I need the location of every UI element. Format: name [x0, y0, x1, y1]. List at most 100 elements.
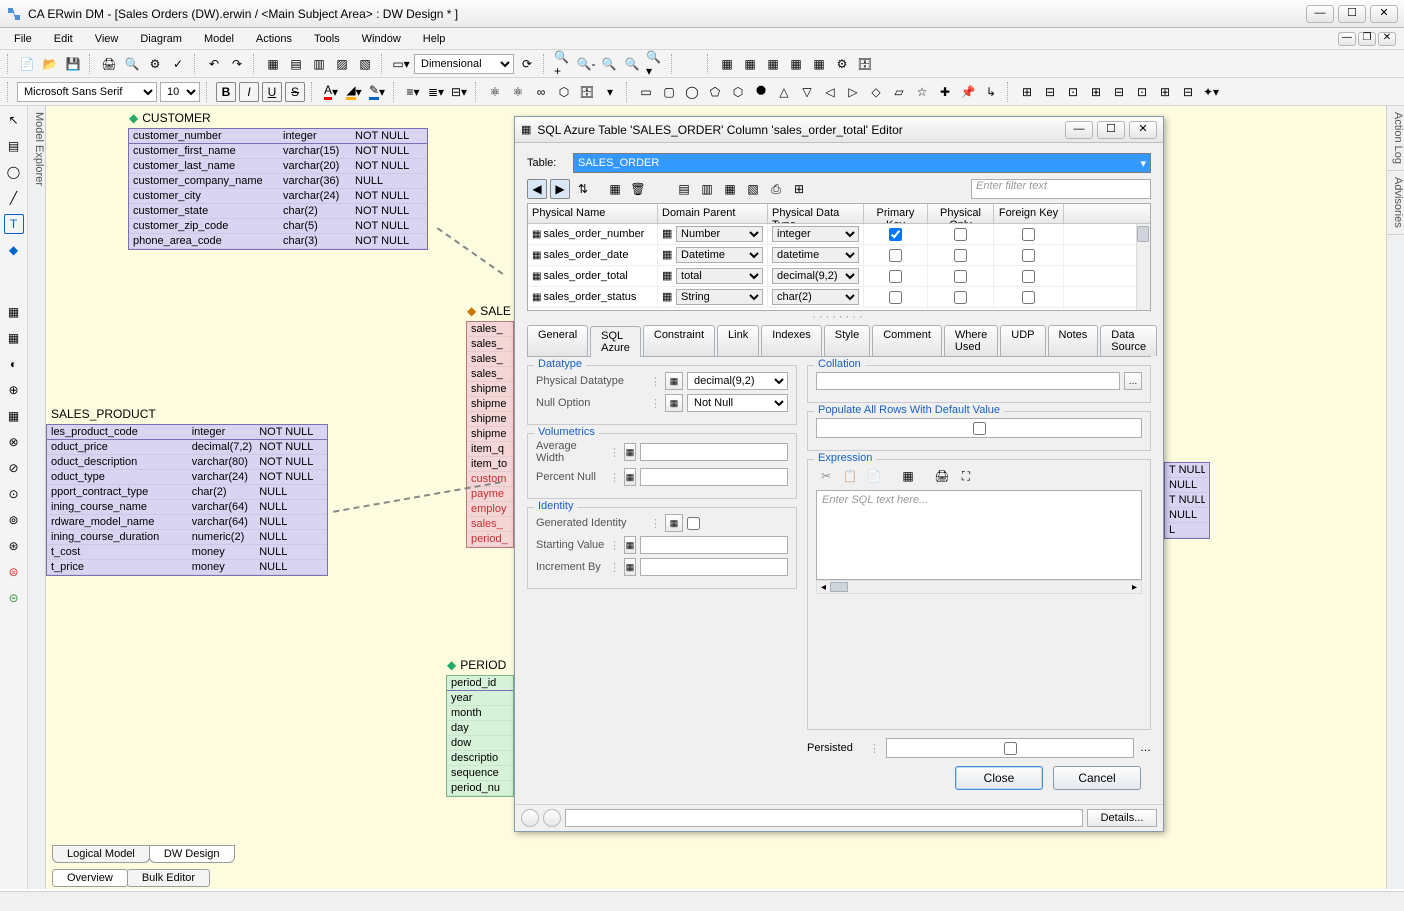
zoomsel-icon[interactable]: 🔍▾: [645, 54, 665, 74]
lineend-icon[interactable]: ⊟▾: [449, 82, 469, 102]
vt5-icon[interactable]: ▦: [4, 406, 24, 426]
vt12-icon[interactable]: ⊝: [4, 588, 24, 608]
shape-hex-icon[interactable]: ⬡: [728, 82, 748, 102]
model-explorer-tab[interactable]: Model Explorer: [28, 106, 46, 889]
dialog-tab-comment[interactable]: Comment: [872, 325, 942, 356]
entity-column-row[interactable]: oduct_typevarchar(24)NOT NULL: [47, 470, 327, 485]
zoom100-icon[interactable]: 🔍: [622, 54, 642, 74]
expr-print-icon[interactable]: 🖨: [932, 466, 952, 486]
mdi-close-button[interactable]: ✕: [1378, 32, 1396, 46]
entity-right-partial[interactable]: T NULLNULLT NULLNULLL: [1164, 462, 1210, 539]
entity-column-row[interactable]: period_: [467, 532, 513, 547]
menu-diagram[interactable]: Diagram: [130, 31, 192, 47]
action-log-tab[interactable]: Action Log: [1387, 106, 1404, 171]
misc5-icon[interactable]: 🗄: [577, 82, 597, 102]
expr-copy-icon[interactable]: 📋: [840, 466, 860, 486]
entity-column-row[interactable]: dow: [447, 736, 513, 751]
entity-column-row[interactable]: customer_last_namevarchar(20)NOT NULL: [129, 159, 427, 174]
expression-textarea[interactable]: Enter SQL text here...: [816, 490, 1142, 580]
expr-inherit-icon[interactable]: ▦: [898, 466, 918, 486]
cancel-dialog-button[interactable]: Cancel: [1053, 766, 1141, 790]
misc1-icon[interactable]: ⚛: [485, 82, 505, 102]
grid1-icon[interactable]: ▦: [717, 54, 737, 74]
grid-header-po[interactable]: Physical Only: [928, 204, 994, 223]
entity-column-row[interactable]: period_nu: [447, 781, 513, 796]
persisted-browse-icon[interactable]: …: [1140, 742, 1151, 754]
layout5-icon[interactable]: ▧: [355, 54, 375, 74]
increment-by-input[interactable]: [640, 558, 788, 576]
grid5-icon[interactable]: ▦: [809, 54, 829, 74]
entity-period[interactable]: ◆PERIOD period_idyearmonthdaydowdescript…: [446, 675, 514, 797]
font-name-select[interactable]: Microsoft Sans Serif: [17, 82, 157, 102]
dialog-tab-style[interactable]: Style: [824, 325, 870, 356]
shape-oct-icon[interactable]: ⯃: [751, 82, 771, 102]
sort-icon[interactable]: ⇅: [573, 179, 593, 199]
generated-identity-checkbox[interactable]: [687, 517, 700, 530]
entity-column-row[interactable]: employ: [467, 502, 513, 517]
linestyle-icon[interactable]: ≣▾: [426, 82, 446, 102]
italic-icon[interactable]: I: [239, 82, 259, 102]
menu-model[interactable]: Model: [194, 31, 244, 47]
menu-tools[interactable]: Tools: [304, 31, 350, 47]
entity-column-row[interactable]: NULL: [1165, 508, 1209, 523]
next-icon[interactable]: ▶: [550, 179, 570, 199]
entity-column-row[interactable]: payme: [467, 487, 513, 502]
gear2-icon[interactable]: ⚙: [832, 54, 852, 74]
shape-triup-icon[interactable]: △: [774, 82, 794, 102]
fontcolor-icon[interactable]: A▾: [321, 82, 341, 102]
minimize-button[interactable]: —: [1306, 5, 1334, 23]
zoomout-icon[interactable]: 🔍-: [576, 54, 596, 74]
dialog-minimize-button[interactable]: —: [1065, 121, 1093, 139]
entity-column-row[interactable]: ining_course_namevarchar(64)NULL: [47, 500, 327, 515]
expr-cut-icon[interactable]: ✂: [816, 466, 836, 486]
dialog-tab-udp[interactable]: UDP: [1000, 325, 1045, 356]
shape-plus-icon[interactable]: ✚: [935, 82, 955, 102]
inherit-startval-icon[interactable]: ▦: [624, 536, 636, 554]
align7-icon[interactable]: ⊞: [1155, 82, 1175, 102]
shape-trileft-icon[interactable]: ◁: [820, 82, 840, 102]
entity-column-row[interactable]: period_id: [447, 676, 513, 691]
shape-para-icon[interactable]: ▱: [889, 82, 909, 102]
menu-edit[interactable]: Edit: [44, 31, 83, 47]
t6-icon[interactable]: ⊞: [789, 179, 809, 199]
vt10-icon[interactable]: ⊛: [4, 536, 24, 556]
dialog-tab-data-source[interactable]: Data Source: [1100, 325, 1157, 356]
redo-icon[interactable]: ↷: [227, 54, 247, 74]
shape-star-icon[interactable]: ☆: [912, 82, 932, 102]
font-size-select[interactable]: 10: [160, 82, 200, 102]
text-icon[interactable]: T: [4, 214, 24, 234]
t2-icon[interactable]: ▥: [697, 179, 717, 199]
entity-column-row[interactable]: T NULL: [1165, 463, 1209, 478]
collation-browse-icon[interactable]: …: [1124, 372, 1142, 390]
avg-width-input[interactable]: [640, 443, 788, 461]
status-icon-2[interactable]: [543, 809, 561, 827]
align5-icon[interactable]: ⊟: [1109, 82, 1129, 102]
inherit-datatype-icon[interactable]: ▦: [665, 372, 683, 390]
prev-icon[interactable]: ◀: [527, 179, 547, 199]
entity-column-row[interactable]: NULL: [1165, 478, 1209, 493]
tab-overview[interactable]: Overview: [52, 869, 128, 887]
linewidth-icon[interactable]: ≡▾: [403, 82, 423, 102]
close-button[interactable]: ✕: [1370, 5, 1398, 23]
entity-column-row[interactable]: T NULL: [1165, 493, 1209, 508]
align3-icon[interactable]: ⊡: [1063, 82, 1083, 102]
entity-sales-product[interactable]: SALES_PRODUCT les_product_codeintegerNOT…: [46, 424, 328, 576]
underline-icon[interactable]: U: [262, 82, 282, 102]
filter-input[interactable]: Enter filter text: [971, 179, 1151, 199]
details-button[interactable]: Details...: [1087, 809, 1157, 827]
tab-logical-model[interactable]: Logical Model: [52, 845, 150, 863]
zoomin-icon[interactable]: 🔍+: [553, 54, 573, 74]
entity-column-row[interactable]: descriptio: [447, 751, 513, 766]
misc3-icon[interactable]: ∞: [531, 82, 551, 102]
align6-icon[interactable]: ⊡: [1132, 82, 1152, 102]
entity-column-row[interactable]: t_pricemoneyNULL: [47, 560, 327, 575]
dialog-tab-sql-azure[interactable]: SQL Azure: [590, 326, 641, 357]
grid3-icon[interactable]: ▦: [763, 54, 783, 74]
grid-scrollbar[interactable]: [1136, 224, 1150, 310]
align2-icon[interactable]: ⊟: [1040, 82, 1060, 102]
open-icon[interactable]: 📂: [40, 54, 60, 74]
vt7-icon[interactable]: ⊘: [4, 458, 24, 478]
t1-icon[interactable]: ▤: [674, 179, 694, 199]
entity-column-row[interactable]: oduct_descriptionvarchar(80)NOT NULL: [47, 455, 327, 470]
persisted-checkbox[interactable]: [1004, 742, 1017, 755]
